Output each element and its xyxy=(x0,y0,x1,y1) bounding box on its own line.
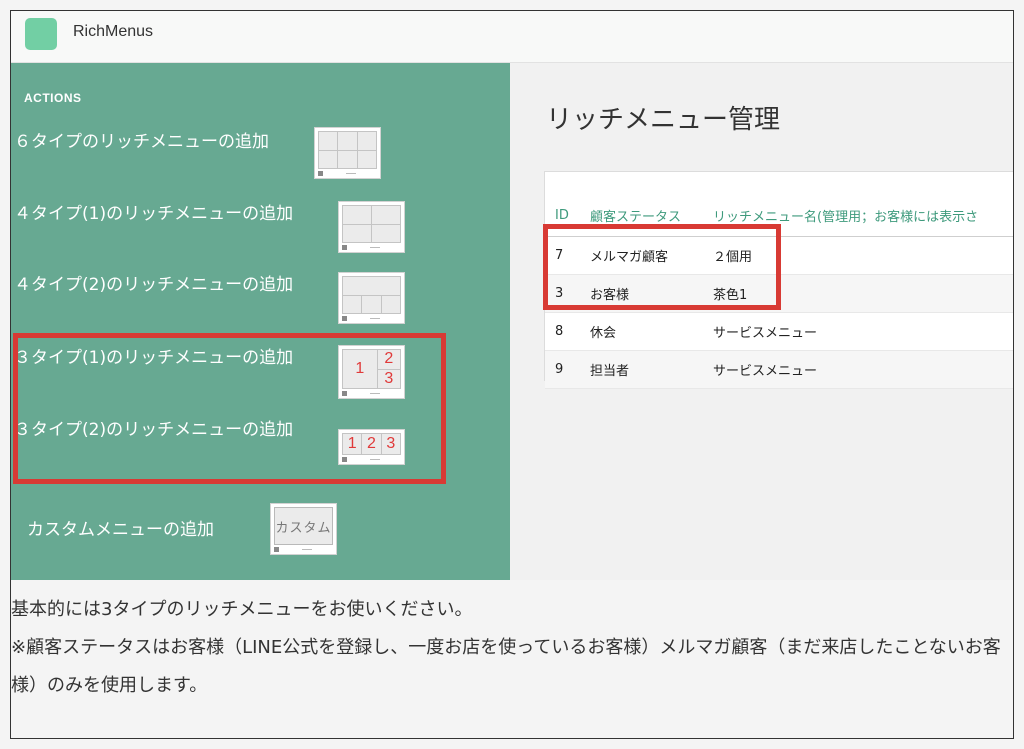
richmenu-table: ID 顧客ステータス リッチメニュー名(管理用；お客様には表示さ 7 メルマガ顧… xyxy=(545,196,1013,389)
action-label: ４タイプ(1)のリッチメニューの追加 xyxy=(14,204,294,224)
six-grid-thumbnail-icon xyxy=(314,127,381,179)
add-custom-menu-button[interactable]: カスタムメニューの追加 カスタム xyxy=(11,503,431,559)
richmenu-table-card: ID 顧客ステータス リッチメニュー名(管理用；お客様には表示さ 7 メルマガ顧… xyxy=(544,171,1013,389)
action-label: ６タイプのリッチメニューの追加 xyxy=(14,132,269,152)
cell-status: 担当者 xyxy=(580,350,703,389)
three-grid-2-thumbnail-icon: 1 2 3 xyxy=(338,429,405,465)
cell-3-label: 3 xyxy=(376,368,402,389)
four-split-thumbnail-icon xyxy=(338,272,405,324)
custom-thumbnail-label: カスタム xyxy=(274,507,333,545)
action-label: ４タイプ(2)のリッチメニューの追加 xyxy=(14,275,294,295)
cell-3-label: 3 xyxy=(380,433,402,455)
main-content: リッチメニュー管理 ID 顧客ステータス リッチメニュー名(管理用；お客様には表… xyxy=(510,63,1013,580)
action-label: カスタムメニューの追加 xyxy=(27,520,214,540)
table-row[interactable]: 9 担当者 サービスメニュー xyxy=(545,350,1013,389)
screenshot-frame: RichMenus ACTIONS ６タイプのリッチメニューの追加 ４タイプ(1… xyxy=(10,10,1014,739)
action-label: ３タイプ(1)のリッチメニューの追加 xyxy=(14,348,294,368)
app-title[interactable]: RichMenus xyxy=(73,23,153,41)
table-row[interactable]: 7 メルマガ顧客 ２個用 xyxy=(545,236,1013,275)
cell-name: 茶色1 xyxy=(703,274,1013,313)
app-logo-icon[interactable] xyxy=(25,18,57,50)
cell-id: 9 xyxy=(545,350,580,389)
action-label: ３タイプ(2)のリッチメニューの追加 xyxy=(14,420,294,440)
cell-name: ２個用 xyxy=(703,236,1013,275)
three-grid-1-thumbnail-icon: 1 2 3 xyxy=(338,345,405,399)
cell-status: お客様 xyxy=(580,274,703,313)
cell-2-label: 2 xyxy=(361,433,382,455)
table-row[interactable]: 3 お客様 茶色1 xyxy=(545,274,1013,313)
add-6-type-menu-button[interactable]: ６タイプのリッチメニューの追加 xyxy=(11,127,431,183)
column-header-name[interactable]: リッチメニュー名(管理用；お客様には表示さ xyxy=(703,196,1013,237)
cell-id: 3 xyxy=(545,274,580,313)
sidebar-heading: ACTIONS xyxy=(24,91,82,105)
cell-1-label: 1 xyxy=(341,433,363,455)
cell-id: 8 xyxy=(545,312,580,351)
add-3-type-2-menu-button[interactable]: ３タイプ(2)のリッチメニューの追加 1 2 3 xyxy=(11,415,431,471)
cell-id: 7 xyxy=(545,236,580,275)
add-4-type-1-menu-button[interactable]: ４タイプ(1)のリッチメニューの追加 xyxy=(11,199,431,255)
cell-status: メルマガ顧客 xyxy=(580,236,703,275)
four-grid-thumbnail-icon xyxy=(338,201,405,253)
app-header: RichMenus xyxy=(11,11,1013,63)
cell-name: サービスメニュー xyxy=(703,312,1013,351)
sidebar: ACTIONS ６タイプのリッチメニューの追加 ４タイプ(1)のリッチメニューの… xyxy=(11,63,510,580)
cell-2-label: 2 xyxy=(376,349,402,370)
column-header-status[interactable]: 顧客ステータス xyxy=(580,196,703,237)
cell-status: 休会 xyxy=(580,312,703,351)
note-line-2: ※顧客ステータスはお客様（LINE公式を登録し、一度お店を使っているお客様）メル… xyxy=(11,637,1001,696)
custom-thumbnail-icon: カスタム xyxy=(270,503,337,555)
page-title: リッチメニュー管理 xyxy=(546,105,781,135)
add-3-type-1-menu-button[interactable]: ３タイプ(1)のリッチメニューの追加 1 2 3 xyxy=(11,343,431,399)
add-4-type-2-menu-button[interactable]: ４タイプ(2)のリッチメニューの追加 xyxy=(11,270,431,326)
column-header-id[interactable]: ID xyxy=(545,196,580,237)
notes-text: 基本的には3タイプのリッチメニューをお使いください。 ※顧客ステータスはお客様（… xyxy=(11,591,1013,705)
table-row[interactable]: 8 休会 サービスメニュー xyxy=(545,312,1013,351)
table-header-row: ID 顧客ステータス リッチメニュー名(管理用；お客様には表示さ xyxy=(545,196,1013,237)
cell-name: サービスメニュー xyxy=(703,350,1013,389)
note-line-1: 基本的には3タイプのリッチメニューをお使いください。 xyxy=(11,599,473,620)
cell-1-label: 1 xyxy=(342,349,378,389)
